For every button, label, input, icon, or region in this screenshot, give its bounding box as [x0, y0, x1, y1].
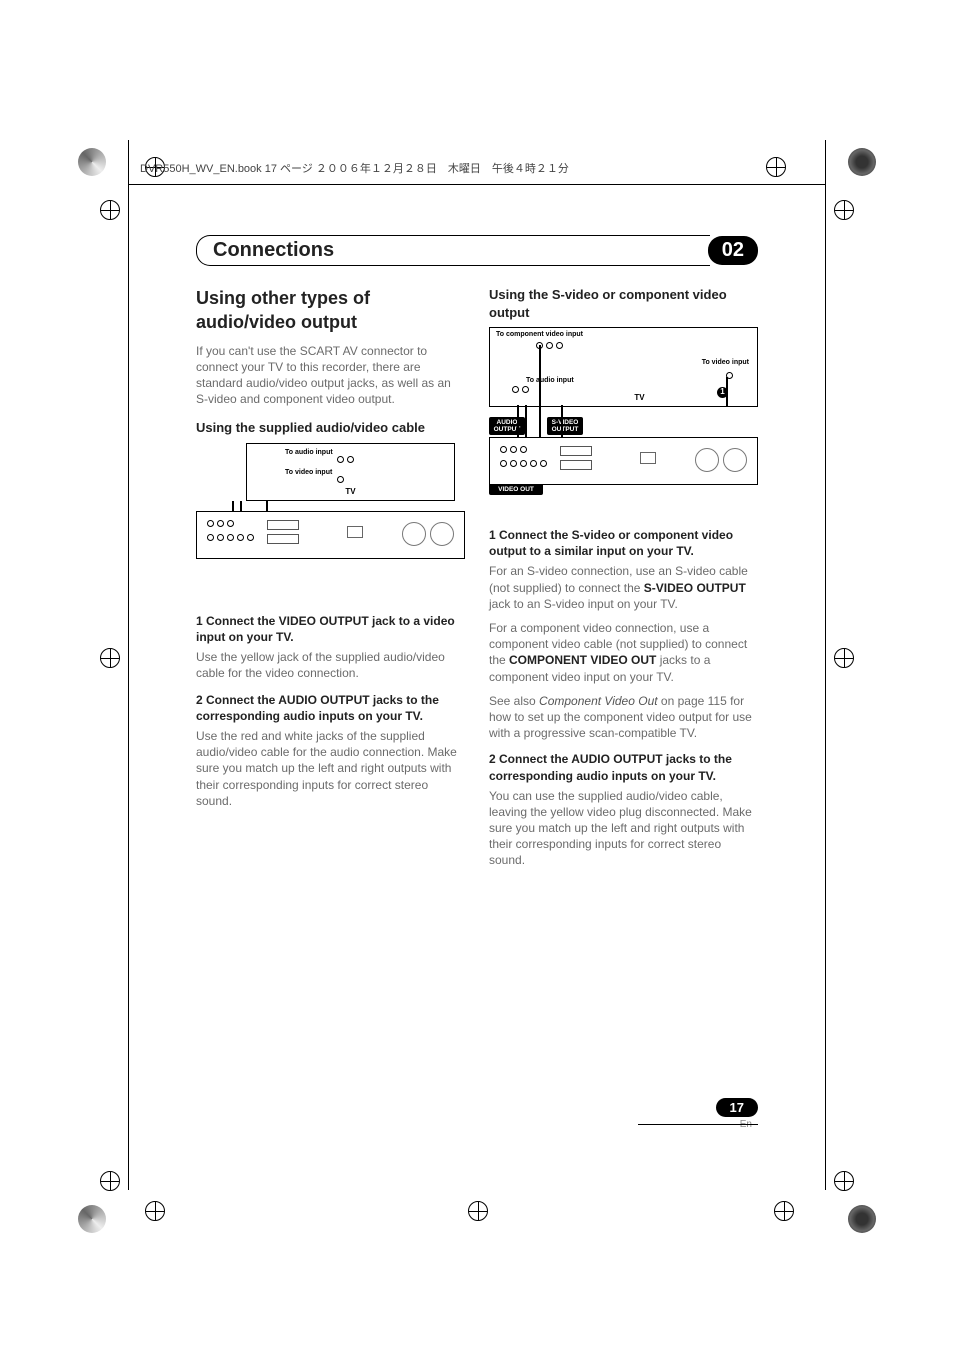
chapter-title: Connections — [196, 235, 710, 266]
port-icon — [347, 456, 354, 463]
port-icon — [512, 386, 519, 393]
footer-rule — [638, 1124, 758, 1125]
registration-mark-icon — [100, 200, 120, 220]
scart-icon — [560, 460, 592, 470]
port-icon — [247, 534, 254, 541]
step-heading: 2 Connect the AUDIO OUTPUT jacks to the … — [196, 692, 465, 724]
page-number: 17 — [716, 1098, 758, 1117]
crop-line-left — [128, 140, 129, 1190]
chapter-bar: Connections 02 — [196, 235, 758, 266]
registration-mark-icon — [468, 1201, 488, 1221]
scart-icon — [267, 534, 299, 544]
port-icon — [522, 386, 529, 393]
to-audio-label: To audio input — [285, 448, 333, 457]
color-rosette-icon — [848, 1205, 876, 1233]
subsection-heading: Using the S-video or component video out… — [489, 286, 758, 321]
page: DVR550H_WV_EN.book 17 ページ ２００６年１２月２８日 木曜… — [0, 0, 954, 1351]
port-icon — [337, 476, 344, 483]
hdmi-icon — [347, 526, 363, 538]
registration-mark-icon — [100, 1171, 120, 1191]
step-heading: 1 Connect the VIDEO OUTPUT jack to a vid… — [196, 613, 465, 645]
right-column: Using the S-video or component video out… — [489, 286, 758, 877]
port-icon — [217, 520, 224, 527]
port-icon — [510, 460, 517, 467]
step-body: Use the red and white jacks of the suppl… — [196, 728, 465, 809]
registration-mark-icon — [834, 200, 854, 220]
port-icon — [207, 520, 214, 527]
intro-paragraph: If you can't use the SCART AV connector … — [196, 343, 465, 408]
tv-label: TV — [634, 393, 644, 404]
audio-output-badge: AUDIO OUTPUT — [489, 417, 525, 435]
subsection-heading: Using the supplied audio/video cable — [196, 419, 465, 437]
rf-knob-icon — [695, 448, 719, 472]
step-body: You can use the supplied audio/video cab… — [489, 788, 758, 869]
bold-term: S-VIDEO OUTPUT — [644, 581, 746, 595]
port-icon — [227, 534, 234, 541]
connection-diagram: To audio input To video input TV AUDIO O… — [196, 443, 465, 603]
scart-icon — [560, 446, 592, 456]
cross-reference: Component Video Out — [539, 694, 658, 708]
svideo-output-badge: S-VIDEO OUTPUT — [547, 417, 583, 435]
registration-mark-icon — [100, 648, 120, 668]
port-icon — [500, 446, 507, 453]
port-icon — [540, 460, 547, 467]
to-video-label: To video input — [702, 358, 749, 367]
to-video-label: To video input — [285, 468, 332, 477]
step-body: See also Component Video Out on page 115… — [489, 693, 758, 742]
print-header: DVR550H_WV_EN.book 17 ページ ２００６年１２月２８日 木曜… — [140, 160, 804, 176]
text: jack to an S-video input on your TV. — [489, 597, 678, 611]
tv-box: To audio input To video input TV — [246, 443, 455, 501]
port-icon — [500, 460, 507, 467]
section-heading: Using other types of audio/video output — [196, 286, 465, 335]
bold-term: COMPONENT VIDEO OUT — [509, 653, 656, 667]
connection-diagram: To component video input To video input … — [489, 327, 758, 517]
port-icon — [237, 534, 244, 541]
color-rosette-icon — [848, 148, 876, 176]
cable-icon — [726, 377, 728, 407]
left-column: Using other types of audio/video output … — [196, 286, 465, 877]
columns: Using other types of audio/video output … — [196, 286, 758, 877]
rf-knob-icon — [430, 522, 454, 546]
tv-label: TV — [345, 487, 355, 498]
step-body: Use the yellow jack of the supplied audi… — [196, 649, 465, 681]
port-icon — [510, 446, 517, 453]
registration-mark-icon — [834, 1171, 854, 1191]
port-icon — [520, 446, 527, 453]
to-component-label: To component video input — [496, 330, 583, 339]
step-heading: 2 Connect the AUDIO OUTPUT jacks to the … — [489, 751, 758, 783]
rf-knob-icon — [402, 522, 426, 546]
port-icon — [337, 456, 344, 463]
recorder-box — [489, 437, 758, 485]
content-area: Connections 02 Using other types of audi… — [196, 235, 758, 877]
cable-icon — [539, 345, 541, 445]
page-footer: 17 En — [716, 1098, 758, 1130]
port-icon — [217, 534, 224, 541]
crop-line-right — [825, 140, 826, 1190]
recorder-box — [196, 511, 465, 559]
registration-mark-icon — [145, 1201, 165, 1221]
registration-mark-icon — [774, 1201, 794, 1221]
step-heading: 1 Connect the S-video or component video… — [489, 527, 758, 559]
port-icon — [207, 534, 214, 541]
registration-mark-icon — [834, 648, 854, 668]
port-icon — [556, 342, 563, 349]
scart-icon — [267, 520, 299, 530]
rf-knob-icon — [723, 448, 747, 472]
hdmi-icon — [640, 452, 656, 464]
step-body: For an S-video connection, use an S-vide… — [489, 563, 758, 612]
color-rosette-icon — [78, 148, 106, 176]
chapter-number: 02 — [708, 236, 758, 265]
to-audio-label: To audio input — [526, 376, 574, 385]
port-icon — [520, 460, 527, 467]
port-icon — [530, 460, 537, 467]
port-icon — [546, 342, 553, 349]
text: See also — [489, 694, 539, 708]
step-body: For a component video connection, use a … — [489, 620, 758, 685]
color-rosette-icon — [78, 1205, 106, 1233]
port-icon — [227, 520, 234, 527]
crop-line-top — [128, 184, 826, 185]
